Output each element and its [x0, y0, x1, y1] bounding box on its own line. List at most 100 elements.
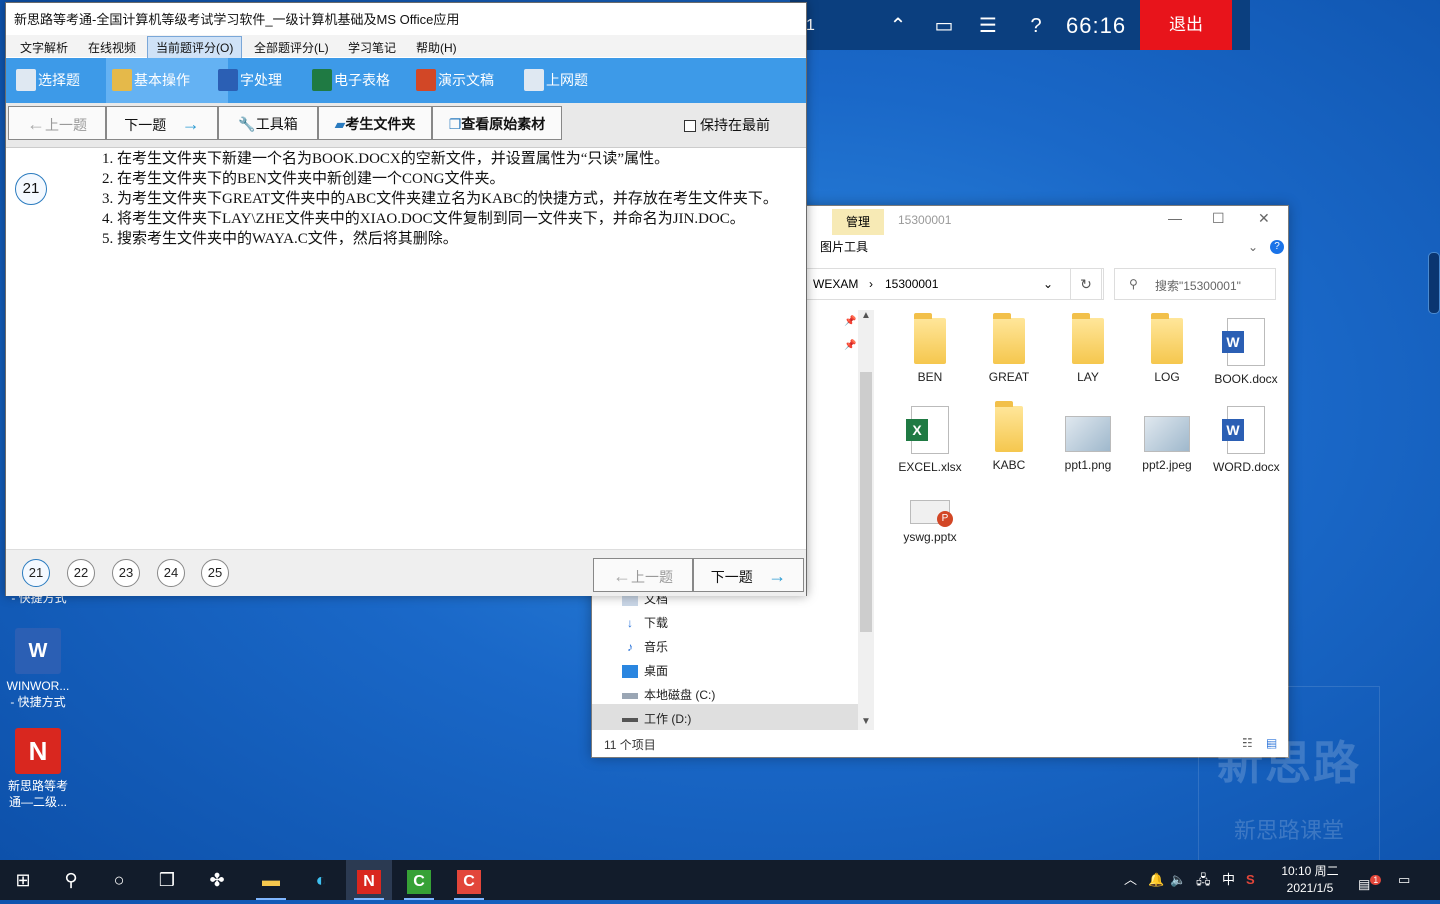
nav-scrollbar[interactable]: ▲ ▼ [858, 310, 874, 730]
shortcut-folder-icon [995, 401, 1023, 452]
folder-icon [914, 313, 946, 364]
tab-spreadsheet[interactable]: 电子表格 [306, 58, 424, 103]
scroll-up-icon[interactable]: ▲ [861, 310, 871, 321]
minimize-icon[interactable]: — [1168, 210, 1182, 226]
menu-study-notes[interactable]: 学习笔记 [348, 39, 396, 56]
file-item[interactable]: LOG [1134, 313, 1200, 385]
powerpoint-icon [416, 69, 436, 91]
file-item[interactable]: LAY [1055, 313, 1121, 385]
file-item[interactable]: GREAT [976, 313, 1042, 385]
scrollbar-thumb[interactable] [860, 372, 872, 632]
pin-icon[interactable]: 📌 [844, 340, 856, 351]
nav-item-downloads[interactable]: ↓ 下载 [622, 614, 668, 631]
question-jump-25[interactable]: 25 [201, 559, 229, 587]
tab-presentation[interactable]: 演示文稿 [410, 58, 528, 103]
collapse-icon[interactable]: ⌃ [886, 14, 910, 38]
menu-score-all[interactable]: 全部题评分(L) [254, 39, 329, 56]
student-folder-button[interactable]: ▰考生文件夹 [318, 106, 432, 140]
file-item[interactable]: BEN [897, 313, 963, 385]
green-app-icon[interactable]: C [396, 860, 442, 900]
address-bar[interactable]: WEXAM › 15300001 ⌄ [806, 268, 1104, 300]
sogou-ime-icon[interactable]: S [1246, 860, 1255, 900]
question-jump-22[interactable]: 22 [67, 559, 95, 587]
red-app-icon[interactable]: C [446, 860, 492, 900]
volume-icon[interactable]: 🔈 [1170, 860, 1186, 900]
edge-browser-icon[interactable]: ◐ [298, 860, 344, 900]
next-question-button[interactable]: 下一题 → [106, 106, 218, 140]
nav-item-drive-c[interactable]: 本地磁盘 (C:) [622, 686, 715, 703]
file-item[interactable]: P yswg.pptx [897, 496, 963, 545]
file-item[interactable]: KABC [976, 401, 1042, 473]
ribbon-tab-manage[interactable]: 管理 [832, 209, 884, 235]
breadcrumb-wexam[interactable]: WEXAM [813, 277, 858, 291]
status-item-count: 11 个项目 [604, 738, 656, 752]
question-line: 1. 在考生文件夹下新建一个名为BOOK.DOCX的空新文件，并设置属性为“只读… [102, 151, 670, 167]
notification-bell-icon[interactable]: 🔔 [1148, 860, 1164, 900]
desktop-icon-xinsilu[interactable]: N 新思路等考 通—二级... [3, 728, 73, 810]
pin-icon[interactable]: 📌 [844, 316, 856, 327]
action-center-icon[interactable]: ▤ 1 [1358, 860, 1382, 900]
chevron-down-icon[interactable]: ⌄ [1248, 240, 1258, 254]
nav-item-drive-d[interactable]: 工作 (D:) [622, 710, 691, 727]
windows-start-icon[interactable]: ⊞ [0, 860, 46, 900]
arrow-right-icon: → [181, 114, 200, 134]
question-jump-23[interactable]: 23 [112, 559, 140, 587]
system-clock[interactable]: 10:10 周二 2021/1/5 [1278, 863, 1342, 897]
close-icon[interactable]: ✕ [1258, 210, 1270, 227]
side-scroll-handle[interactable] [1428, 252, 1440, 314]
task-view-icon[interactable]: ❒ [144, 860, 190, 900]
xinsilu-taskbar-icon[interactable]: N [346, 860, 392, 900]
checkbox-icon[interactable] [684, 120, 696, 133]
toolbox-button[interactable]: 🔧工具箱 [218, 106, 318, 140]
prev-question-button[interactable]: ←上一题 [8, 106, 106, 140]
maximize-icon[interactable]: ☐ [1212, 210, 1225, 227]
search-icon[interactable]: ⚲ [48, 860, 94, 900]
bottom-next-question-button[interactable]: 下一题 → [693, 558, 804, 592]
tab-internet[interactable]: 上网题 [518, 58, 622, 103]
search-box[interactable]: ⚲ 搜索"15300001" [1114, 268, 1276, 300]
refresh-icon[interactable]: ↻ [1070, 268, 1102, 300]
file-item[interactable]: ppt1.png [1055, 406, 1121, 473]
help-icon[interactable]: ? [1024, 14, 1048, 38]
breadcrumb-folder[interactable]: 15300001 [885, 277, 938, 291]
scroll-down-icon[interactable]: ▼ [861, 716, 871, 727]
file-item[interactable]: W BOOK.docx [1213, 318, 1279, 387]
view-original-button[interactable]: ❐查看原始素材 [432, 106, 562, 140]
menu-text-analysis[interactable]: 文字解析 [20, 39, 68, 56]
bottom-bar: 21 22 23 24 25 ←上一题 下一题 → [6, 549, 806, 596]
file-item[interactable]: ppt2.jpeg [1134, 406, 1200, 473]
file-item[interactable]: X EXCEL.xlsx [897, 406, 963, 475]
menu-score-current[interactable]: 当前题评分(O) [147, 36, 243, 59]
tab-choice-questions[interactable]: 选择题 [10, 58, 114, 103]
checklist-icon[interactable]: ☰ [976, 14, 1000, 38]
exit-button[interactable]: 退出 [1140, 0, 1232, 50]
document-icon [524, 69, 544, 91]
chat-bubble-icon[interactable]: ▭ [1398, 860, 1410, 900]
notification-count-badge: 1 [1370, 875, 1382, 885]
bottom-prev-question-button[interactable]: ←上一题 [593, 558, 693, 592]
network-icon[interactable]: 🖧 [1196, 860, 1211, 900]
tab-basic-operations[interactable]: 基本操作 [106, 58, 228, 103]
desktop-icon-winword[interactable]: W WINWOR... - 快捷方式 [3, 628, 73, 710]
tray-chevron-icon[interactable]: ︿ [1124, 860, 1137, 900]
chevron-down-icon[interactable]: ⌄ [1043, 277, 1053, 291]
menu-online-video[interactable]: 在线视频 [88, 39, 136, 56]
pinwheel-app-icon[interactable]: ✤ [194, 860, 240, 900]
desktop-icon-label: WINWOR... [6, 679, 70, 693]
question-jump-21[interactable]: 21 [22, 559, 50, 587]
help-icon[interactable]: ? [1270, 240, 1284, 254]
nav-item-desktop[interactable]: 桌面 [622, 662, 668, 679]
keep-on-top-checkbox[interactable]: 保持在最前 [684, 115, 770, 135]
menu-help[interactable]: 帮助(H) [416, 39, 457, 56]
tab-word-processing[interactable]: 字处理 [212, 58, 316, 103]
file-explorer-icon[interactable]: ▬ [248, 860, 294, 900]
ime-indicator[interactable]: 中 [1222, 860, 1235, 900]
question-line: 5. 搜索考生文件夹中的WAYA.C文件，然后将其删除。 [102, 231, 458, 247]
question-jump-24[interactable]: 24 [157, 559, 185, 587]
file-item[interactable]: W WORD.docx [1213, 406, 1280, 475]
watermark-text: 新思路 [1217, 737, 1361, 789]
nav-item-music[interactable]: ♪ 音乐 [622, 638, 668, 655]
window-icon[interactable]: ▭ [932, 14, 956, 38]
question-text[interactable]: 1. 在考生文件夹下新建一个名为BOOK.DOCX的空新文件，并设置属性为“只读… [70, 149, 790, 249]
cortana-icon[interactable]: ○ [96, 860, 142, 900]
